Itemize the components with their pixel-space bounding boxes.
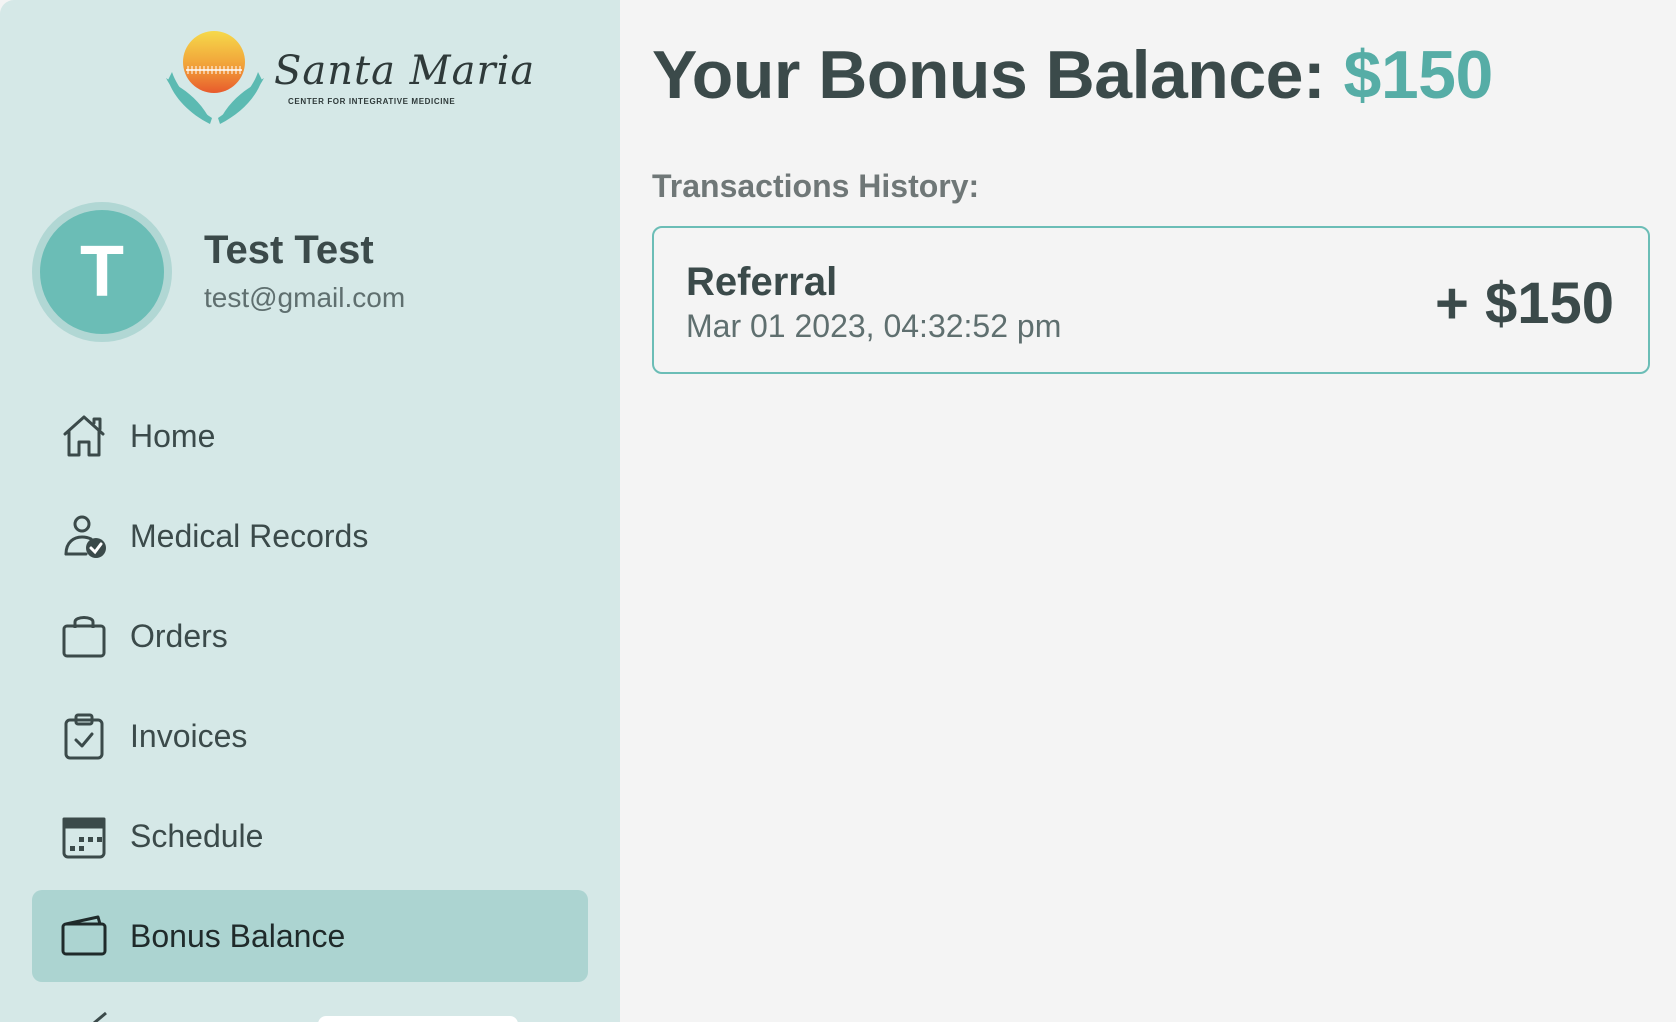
shopping-bag-icon [60,612,108,660]
sidebar-item-medical-records[interactable]: Medical Records [32,490,588,582]
transaction-title: Referral [686,260,838,304]
avatar[interactable]: T [32,202,172,342]
sidebar-item-home[interactable]: Home [32,390,588,482]
partial-nav-icon [88,1010,112,1022]
sun-hands-logo-icon [166,31,264,124]
user-email: test@gmail.com [204,282,406,313]
sidebar-item-label: Medical Records [130,518,369,554]
sidebar-item-label: Invoices [130,718,248,754]
transaction-date: Mar 01 2023, 04:32:52 pm [686,308,1062,344]
user-name: Test Test [204,228,374,272]
logo-script-text: Santa Maria [274,48,536,94]
clipboard-check-icon [60,712,108,760]
user-check-icon [60,512,108,560]
transaction-amount: + $150 [1434,271,1614,336]
santa-maria-logo[interactable]: Santa Maria CENTER FOR INTEGRATIVE MEDIC… [160,28,534,128]
sidebar-item-schedule[interactable]: Schedule [32,790,588,882]
transaction-card[interactable]: Referral Mar 01 2023, 04:32:52 pm + $150 [652,226,1650,374]
home-icon [60,412,108,460]
sidebar-item-label: Home [130,418,216,454]
calendar-icon [60,812,108,860]
sidebar: Santa Maria CENTER FOR INTEGRATIVE MEDIC… [0,0,620,1022]
logo-subtitle: CENTER FOR INTEGRATIVE MEDICINE [288,97,456,106]
partial-nav-element [318,1016,518,1022]
wallet-icon [60,912,108,960]
sidebar-item-label: Schedule [130,818,264,854]
sidebar-item-label: Orders [130,618,228,654]
page-title-prefix: Your Bonus Balance: [652,37,1326,113]
transactions-history-label: Transactions History: [652,168,980,204]
bonus-balance-amount: $150 [1343,37,1494,113]
sidebar-item-bonus-balance[interactable]: Bonus Balance [32,890,588,982]
sidebar-item-orders[interactable]: Orders [32,590,588,682]
sidebar-item-label: Bonus Balance [130,918,346,954]
page-title: Your Bonus Balance: $150 [652,36,1493,114]
sidebar-item-invoices[interactable]: Invoices [32,690,588,782]
